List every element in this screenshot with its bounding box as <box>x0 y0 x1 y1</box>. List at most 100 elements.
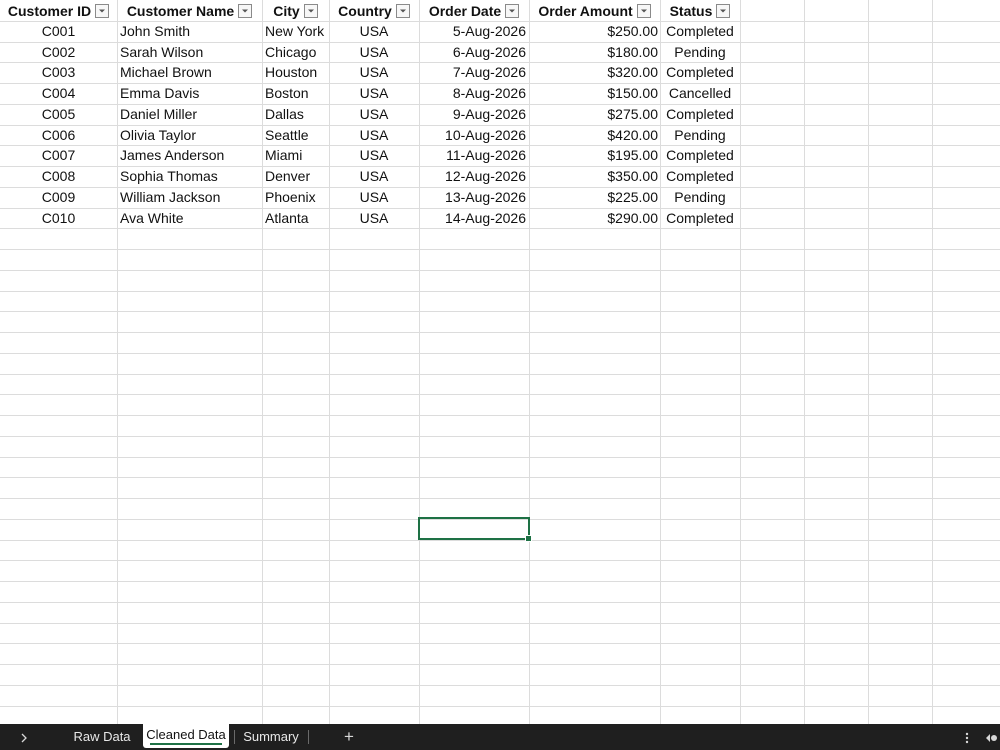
cell-status[interactable]: Pending <box>660 42 740 63</box>
cell-order-date[interactable]: 8-Aug-2026 <box>419 83 529 104</box>
cell-customer-id[interactable]: C007 <box>0 145 117 166</box>
cell-status[interactable]: Completed <box>660 145 740 166</box>
cell-status[interactable]: Completed <box>660 208 740 229</box>
cell-customer-id[interactable]: C009 <box>0 187 117 208</box>
cell-order-date[interactable]: 9-Aug-2026 <box>419 104 529 125</box>
cell-customer-id[interactable]: C010 <box>0 208 117 229</box>
cell-city[interactable]: Boston <box>262 83 329 104</box>
cell-order-date[interactable]: 14-Aug-2026 <box>419 208 529 229</box>
filter-dropdown-icon[interactable] <box>238 3 253 18</box>
cell-customer-id[interactable]: C002 <box>0 42 117 63</box>
cell-city[interactable]: Miami <box>262 145 329 166</box>
cell-customer-name[interactable]: Daniel Miller <box>117 104 262 125</box>
cell-order-amount[interactable]: $420.00 <box>529 125 660 146</box>
cell-order-amount[interactable]: $195.00 <box>529 145 660 166</box>
chevron-right-icon[interactable] <box>14 724 34 750</box>
cell-customer-name[interactable]: Sarah Wilson <box>117 42 262 63</box>
column-header-label: City <box>273 2 300 19</box>
cell-order-amount[interactable]: $150.00 <box>529 83 660 104</box>
fill-handle[interactable] <box>525 535 532 542</box>
cell-city[interactable]: Chicago <box>262 42 329 63</box>
cell-country[interactable]: USA <box>329 208 419 229</box>
cell-customer-id[interactable]: C008 <box>0 166 117 187</box>
cell-city[interactable]: New York <box>262 21 329 42</box>
tab-raw-data[interactable]: Raw Data <box>70 724 134 750</box>
cell-order-date[interactable]: 10-Aug-2026 <box>419 125 529 146</box>
cell-order-amount[interactable]: $275.00 <box>529 104 660 125</box>
vertical-ellipsis-icon[interactable] <box>960 724 974 750</box>
cell-order-date[interactable]: 13-Aug-2026 <box>419 187 529 208</box>
filter-dropdown-icon[interactable] <box>636 3 651 18</box>
cell-customer-id[interactable]: C005 <box>0 104 117 125</box>
cell-country[interactable]: USA <box>329 42 419 63</box>
tab-summary[interactable]: Summary <box>240 724 302 750</box>
tab-cleaned-data[interactable]: Cleaned Data <box>143 724 229 748</box>
cell-customer-name[interactable]: Michael Brown <box>117 62 262 83</box>
cell-city[interactable]: Denver <box>262 166 329 187</box>
cell-customer-name[interactable]: Emma Davis <box>117 83 262 104</box>
cell-order-date[interactable]: 7-Aug-2026 <box>419 62 529 83</box>
cell-order-amount[interactable]: $290.00 <box>529 208 660 229</box>
cell-status[interactable]: Pending <box>660 125 740 146</box>
cell-customer-name[interactable]: James Anderson <box>117 145 262 166</box>
cell-city[interactable]: Atlanta <box>262 208 329 229</box>
cell-order-date[interactable]: 11-Aug-2026 <box>419 145 529 166</box>
spreadsheet-grid[interactable]: Customer ID Customer Name City Country Order… <box>0 0 1000 724</box>
column-header-city[interactable]: City <box>262 0 329 21</box>
cell-country[interactable]: USA <box>329 166 419 187</box>
column-header-label: Order Date <box>428 2 502 19</box>
row-gridline <box>0 374 1000 375</box>
column-header-country[interactable]: Country <box>329 0 419 21</box>
cell-customer-name[interactable]: Ava White <box>117 208 262 229</box>
cell-country[interactable]: USA <box>329 104 419 125</box>
cell-country[interactable]: USA <box>329 187 419 208</box>
cell-status[interactable]: Completed <box>660 62 740 83</box>
cell-country[interactable]: USA <box>329 125 419 146</box>
cell-customer-id[interactable]: C003 <box>0 62 117 83</box>
row-gridline <box>0 332 1000 333</box>
cell-customer-id[interactable]: C001 <box>0 21 117 42</box>
scroll-left-icon[interactable] <box>982 724 1000 750</box>
cell-order-amount[interactable]: $350.00 <box>529 166 660 187</box>
filter-dropdown-icon[interactable] <box>505 3 520 18</box>
column-header-order-date[interactable]: Order Date <box>419 0 529 21</box>
cell-status[interactable]: Completed <box>660 21 740 42</box>
cell-order-date[interactable]: 12-Aug-2026 <box>419 166 529 187</box>
tab-label: Summary <box>243 729 299 744</box>
cell-customer-id[interactable]: C004 <box>0 83 117 104</box>
cell-order-amount[interactable]: $250.00 <box>529 21 660 42</box>
cell-city[interactable]: Phoenix <box>262 187 329 208</box>
active-cell-selection[interactable] <box>418 517 532 542</box>
filter-dropdown-icon[interactable] <box>303 3 318 18</box>
cell-status[interactable]: Completed <box>660 104 740 125</box>
cell-customer-name[interactable]: Olivia Taylor <box>117 125 262 146</box>
column-header-customer-name[interactable]: Customer Name <box>117 0 262 21</box>
cell-country[interactable]: USA <box>329 145 419 166</box>
cell-city[interactable]: Houston <box>262 62 329 83</box>
cell-customer-id[interactable]: C006 <box>0 125 117 146</box>
cell-city[interactable]: Dallas <box>262 104 329 125</box>
cell-status[interactable]: Cancelled <box>660 83 740 104</box>
cell-customer-name[interactable]: John Smith <box>117 21 262 42</box>
cell-country[interactable]: USA <box>329 83 419 104</box>
column-header-customer-id[interactable]: Customer ID <box>0 0 117 21</box>
filter-dropdown-icon[interactable] <box>716 3 731 18</box>
cell-order-amount[interactable]: $320.00 <box>529 62 660 83</box>
cell-order-amount[interactable]: $225.00 <box>529 187 660 208</box>
cell-status[interactable]: Pending <box>660 187 740 208</box>
filter-dropdown-icon[interactable] <box>95 3 110 18</box>
filter-dropdown-icon[interactable] <box>395 3 410 18</box>
cell-order-date[interactable]: 6-Aug-2026 <box>419 42 529 63</box>
cell-customer-name[interactable]: Sophia Thomas <box>117 166 262 187</box>
cell-status[interactable]: Completed <box>660 166 740 187</box>
cell-order-date[interactable]: 5-Aug-2026 <box>419 21 529 42</box>
column-header-order-amount[interactable]: Order Amount <box>529 0 660 21</box>
cell-customer-name[interactable]: William Jackson <box>117 187 262 208</box>
cell-order-amount[interactable]: $180.00 <box>529 42 660 63</box>
cell-country[interactable]: USA <box>329 62 419 83</box>
column-header-status[interactable]: Status <box>660 0 740 21</box>
add-sheet-button[interactable]: + <box>338 724 360 750</box>
cell-city[interactable]: Seattle <box>262 125 329 146</box>
cell-country[interactable]: USA <box>329 21 419 42</box>
row-gridline <box>0 457 1000 458</box>
